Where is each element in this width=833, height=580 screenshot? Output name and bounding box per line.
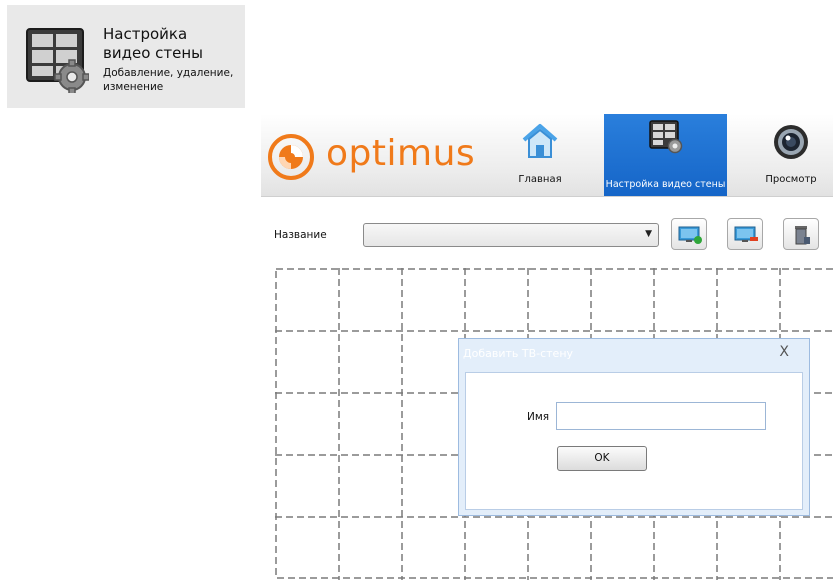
add-video-wall-button[interactable] [671, 218, 707, 250]
app-header: optimus Главная Настройка видео стены Пр… [261, 114, 833, 196]
optimus-logo: optimus [268, 132, 488, 182]
camera-icon [774, 125, 808, 159]
nav-video-wall-label: Настройка видео стены [605, 179, 726, 190]
video-wall-settings-tile[interactable]: Настройка видео стены Добавление, удален… [7, 5, 245, 108]
video-wall-settings-icon [26, 28, 89, 93]
nav-home-label: Главная [518, 174, 562, 185]
nav-view-label: Просмотр [765, 174, 817, 185]
logo-icon [268, 134, 314, 180]
nav-home[interactable]: Главная [505, 114, 575, 196]
tile-title: Настройка видео стены [103, 25, 203, 62]
video-wall-settings-icon [648, 120, 682, 154]
dialog-title: Добавить ТВ-стену [463, 347, 574, 360]
video-wall-name-select[interactable]: ▼ [363, 223, 659, 247]
nav-video-wall-settings[interactable]: Настройка видео стены [604, 114, 727, 196]
chevron-down-icon: ▼ [645, 229, 652, 239]
nav-view[interactable]: Просмотр [749, 114, 833, 196]
name-field-label: Имя [527, 411, 550, 423]
edit-video-wall-button[interactable] [727, 218, 763, 250]
ok-button[interactable]: OK [557, 446, 647, 471]
dialog-body: Имя OK [465, 372, 803, 510]
logo-text: optimus [326, 133, 476, 174]
name-field[interactable] [556, 402, 766, 430]
delete-video-wall-button[interactable] [783, 218, 819, 250]
home-icon [522, 124, 558, 158]
remove-monitor-icon [734, 226, 758, 242]
name-label: Название [274, 229, 327, 241]
add-tv-wall-dialog: Добавить ТВ-стену X Имя OK [458, 338, 810, 516]
add-monitor-icon [678, 226, 702, 244]
close-icon[interactable]: X [779, 344, 789, 360]
tile-description: Добавление, удаление, изменение [103, 67, 234, 93]
trash-icon [795, 226, 810, 245]
header-divider [261, 196, 833, 197]
